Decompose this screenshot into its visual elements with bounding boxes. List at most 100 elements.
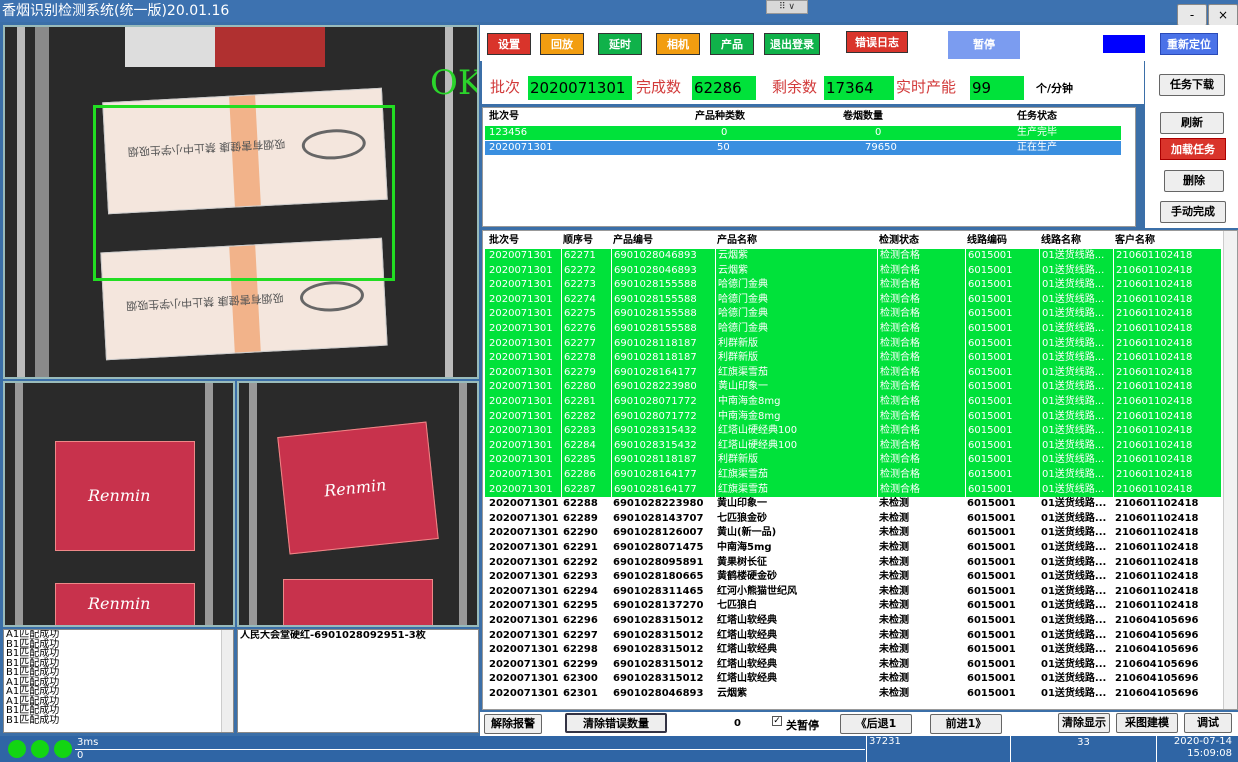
table-row[interactable]: 2020071301 62271 6901028046893 云烟紫 检测合格 60150…: [485, 249, 1221, 264]
table-cell: 6901028155588: [611, 292, 715, 308]
table-row[interactable]: 2020071301 62293 6901028180665 黄鹤楼硬金砂 未检测 601…: [485, 570, 1221, 585]
table-row[interactable]: 2020071301 62288 6901028223980 黄山印象一 未检测 6015…: [485, 497, 1221, 512]
table-cell: 6901028046893: [611, 249, 715, 264]
refresh-button[interactable]: 刷新: [1160, 112, 1224, 134]
table-row[interactable]: 2020071301 62275 6901028155588 哈德门金典 检测合格 601…: [485, 307, 1221, 322]
table-cell: 黄果树长征: [717, 556, 767, 568]
table-cell: 62298: [563, 644, 598, 656]
table-cell: 62297: [563, 629, 598, 641]
task-status: 正在生产: [1017, 142, 1057, 153]
table-row[interactable]: 2020071301 62285 6901028118187 利群新版 检测合格 6015…: [485, 453, 1221, 468]
table-row[interactable]: 2020071301 62283 6901028315432 红塔山硬经典100 检测合…: [485, 424, 1221, 439]
table-cell: 210604105696: [1115, 658, 1199, 670]
table-cell: 利群新版: [715, 351, 877, 366]
table-row[interactable]: 2020071301 62297 6901028315012 红塔山软经典 未检测 601…: [485, 629, 1221, 644]
table-cell: 62280: [561, 380, 611, 395]
table-cell: 62295: [563, 600, 598, 612]
table-cell: 2020071301: [489, 556, 559, 568]
table-cell: 210601102418: [1115, 512, 1199, 524]
table-row[interactable]: 2020071301 62295 6901028137270 七匹狼白 未检测 60150…: [485, 599, 1221, 614]
delete-button[interactable]: 删除: [1164, 170, 1224, 192]
log-scrollbar[interactable]: [221, 630, 233, 732]
table-cell: 01送货线路...: [1041, 600, 1107, 612]
table-row[interactable]: 2020071301 62301 6901028046893 云烟紫 未检测 601500…: [485, 687, 1221, 702]
table-row[interactable]: 2020071301 62286 6901028164177 红旗渠雪茄 检测合格 601…: [485, 468, 1221, 483]
table-cell: 6901028164177: [611, 468, 715, 483]
table-cell: 210601102418: [1113, 351, 1213, 366]
table-cell: 6901028223980: [611, 380, 715, 395]
table-cell: 云烟紫: [717, 688, 747, 699]
table-row[interactable]: 2020071301 62278 6901028118187 利群新版 检测合格 6015…: [485, 351, 1221, 366]
table-row[interactable]: 2020071301 62294 6901028311465 红河小熊猫世纪风 未检测 6…: [485, 585, 1221, 600]
back-one-button[interactable]: 《后退1: [840, 714, 912, 734]
table-row[interactable]: 2020071301 62276 6901028155588 哈德门金典 检测合格 601…: [485, 322, 1221, 337]
capture-model-button[interactable]: 采图建模: [1116, 713, 1178, 733]
task-row[interactable]: 123456 0 0 生产完毕: [485, 126, 1121, 140]
load-task-button[interactable]: 加载任务: [1160, 138, 1226, 160]
close-button[interactable]: ×: [1208, 4, 1238, 26]
detail-scrollbar[interactable]: [1223, 231, 1237, 709]
pause-button[interactable]: 暂停: [948, 31, 1020, 59]
table-cell: 6015001: [965, 351, 1039, 366]
table-cell: 6015001: [965, 292, 1039, 308]
pause-off-label: 关暂停: [786, 719, 819, 732]
table-row[interactable]: 2020071301 62272 6901028046893 云烟紫 检测合格 60150…: [485, 263, 1221, 279]
clear-alarm-button[interactable]: 解除报警: [484, 714, 542, 734]
table-cell: 2020071301: [489, 264, 553, 276]
done-label: 完成数: [636, 78, 682, 96]
error-log-button[interactable]: 错误日志: [846, 31, 908, 53]
table-row[interactable]: 2020071301 62299 6901028315012 红塔山软经典 未检测 601…: [485, 658, 1221, 673]
table-cell: 6901028180665: [613, 571, 704, 583]
table-cell: 210604105696: [1115, 688, 1199, 699]
table-cell: 检测合格: [877, 453, 965, 468]
table-cell: 红塔山软经典: [717, 629, 777, 641]
table-row[interactable]: 2020071301 62273 6901028155588 哈德门金典 检测合格 601…: [485, 278, 1221, 293]
red-cigarette-pack: [283, 579, 433, 625]
camera-button[interactable]: 相机: [656, 33, 700, 55]
recycle-button[interactable]: 回放: [540, 33, 584, 55]
debug-button[interactable]: 调试: [1184, 713, 1232, 733]
table-row[interactable]: 2020071301 62300 6901028315012 红塔山软经典 未检测 601…: [485, 672, 1221, 687]
manual-complete-button[interactable]: 手动完成: [1160, 201, 1226, 223]
result-log[interactable]: 人民大会堂硬红-6901028092951-3枚: [237, 629, 479, 733]
table-row[interactable]: 2020071301 62274 6901028155588 哈德门金典 检测合格 601…: [485, 292, 1221, 308]
table-row[interactable]: 2020071301 62284 6901028315432 红塔山硬经典100 检测合…: [485, 438, 1221, 454]
delay-button[interactable]: 延时: [598, 33, 642, 55]
table-cell: 未检测: [879, 615, 909, 626]
table-cell: 2020071301: [489, 644, 559, 656]
table-row[interactable]: 2020071301 62279 6901028164177 红旗渠雪茄 检测合格 601…: [485, 365, 1221, 381]
logout-button[interactable]: 退出登录: [764, 33, 820, 55]
table-cell: 2020071301: [489, 439, 553, 451]
clear-display-button[interactable]: 清除显示: [1058, 713, 1110, 733]
table-row[interactable]: 2020071301 62290 6901028126007 黄山(新一品) 未检测 60…: [485, 526, 1221, 541]
table-cell: 未检测: [879, 556, 909, 568]
table-cell: 210601102418: [1115, 556, 1199, 568]
table-row[interactable]: 2020071301 62291 6901028071475 中南海5mg 未检测 601…: [485, 541, 1221, 556]
table-row[interactable]: 2020071301 62277 6901028118187 利群新版 检测合格 6015…: [485, 336, 1221, 352]
table-row[interactable]: 2020071301 62282 6901028071772 中南海金8mg 检测合格 6…: [485, 409, 1221, 425]
match-log[interactable]: A1匹配成功 B1匹配成功 B1匹配成功 B1匹配成功 B1匹配成功 A1匹配成…: [3, 629, 234, 733]
clear-errors-button[interactable]: 清除错误数量: [565, 713, 667, 733]
minimize-button[interactable]: -: [1177, 4, 1207, 26]
table-row[interactable]: 2020071301 62296 6901028315012 红塔山软经典 未检测 601…: [485, 614, 1221, 629]
task-row[interactable]: 2020071301 50 79650 正在生产: [485, 141, 1121, 155]
table-cell: 6015001: [965, 322, 1039, 337]
table-cell: 黄山印象一: [715, 380, 877, 395]
table-row[interactable]: 2020071301 62287 6901028164177 红旗渠雪茄 检测合格 601…: [485, 482, 1221, 498]
relocate-button[interactable]: 重新定位: [1160, 33, 1218, 55]
pause-off-checkbox[interactable]: ✓: [772, 716, 782, 726]
table-row[interactable]: 2020071301 62298 6901028315012 红塔山软经典 未检测 601…: [485, 643, 1221, 658]
main-camera-view: 吸烟有害健康 禁止中小学生吸烟 吸烟有害健康 禁止中小学生吸烟 OK: [3, 25, 479, 379]
ok-indicator: OK: [430, 63, 479, 103]
table-row[interactable]: 2020071301 62280 6901028223980 黄山印象一 检测合格 601…: [485, 380, 1221, 395]
table-row[interactable]: 2020071301 62289 6901028143707 七匹狼金砂 未检测 6015…: [485, 512, 1221, 527]
table-cell: 2020071301: [489, 483, 553, 495]
system-menu-icon[interactable]: ⠿ ∨: [766, 0, 808, 14]
settings-button[interactable]: 设置: [487, 33, 531, 55]
forward-one-button[interactable]: 前进1》: [930, 714, 1002, 734]
table-row[interactable]: 2020071301 62281 6901028071772 中南海金8mg 检测合格 6…: [485, 395, 1221, 410]
product-button[interactable]: 产品: [710, 33, 754, 55]
task-kinds: 0: [721, 127, 728, 138]
download-task-button[interactable]: 任务下载: [1159, 74, 1225, 96]
table-row[interactable]: 2020071301 62292 6901028095891 黄果树长征 未检测 6015…: [485, 556, 1221, 571]
